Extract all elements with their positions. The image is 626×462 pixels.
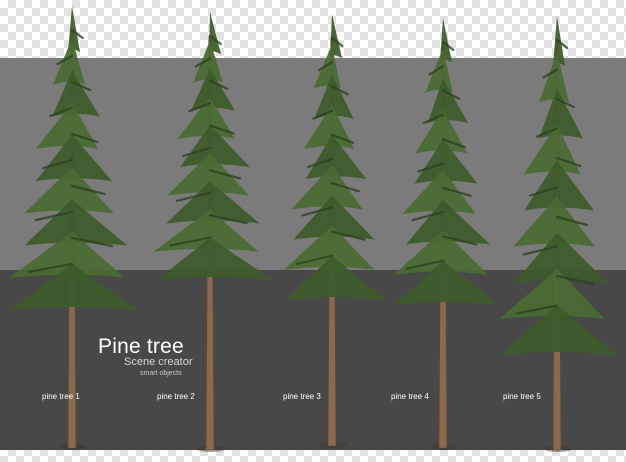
pine-tree-5 [499,16,617,452]
tree-label-4: pine tree 4 [391,392,429,401]
tagline-text: smart objects [140,370,182,377]
tree-label-3: pine tree 3 [283,392,321,401]
pine-tree-4 [393,18,498,450]
pine-tree-2 [153,12,273,452]
pine-tree-1 [9,6,138,450]
tree-label-1: pine tree 1 [42,392,80,401]
subtitle-text: Scene creator [124,356,193,368]
tree-label-2: pine tree 2 [157,392,195,401]
pine-tree-3 [283,14,386,448]
title-text: Pine tree [98,335,184,358]
tree-label-5: pine tree 5 [503,392,541,401]
image-canvas: Pine tree Scene creator smart objects pi… [0,0,626,462]
